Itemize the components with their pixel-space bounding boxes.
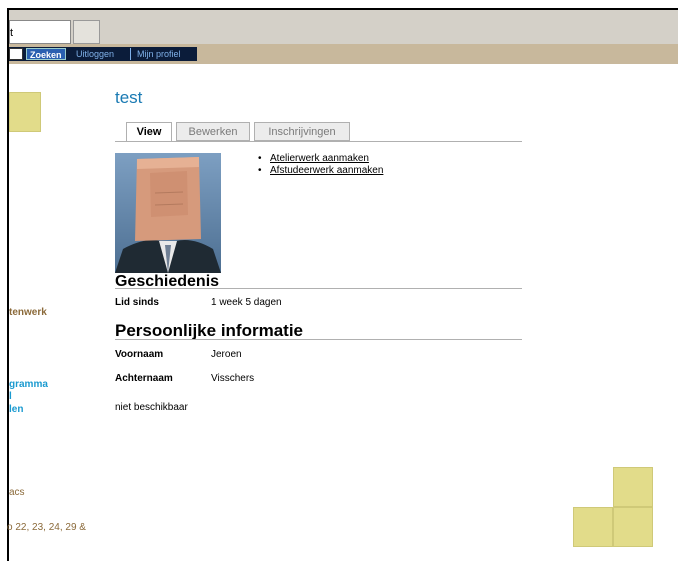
sidebar-item-dates[interactable]: o 22, 23, 24, 29 & — [7, 522, 86, 534]
lastname-value: Visschers — [211, 373, 255, 384]
lastname-label: Achternaam — [115, 373, 173, 384]
member-since-label: Lid sinds — [115, 297, 159, 308]
window-left-border — [7, 8, 9, 561]
search-input[interactable] — [9, 48, 23, 60]
history-divider — [115, 288, 522, 289]
tab-view[interactable]: View — [126, 122, 172, 142]
site-navbar: Zoeken Uitloggen Mijn profiel — [9, 44, 678, 64]
sidebar-item-len[interactable]: len — [9, 404, 23, 416]
sticky-note — [613, 507, 653, 547]
user-avatar — [115, 153, 221, 273]
list-item: Afstudeerwerk aanmaken — [258, 165, 383, 177]
action-list: Atelierwerk aanmaken Afstudeerwerk aanma… — [258, 153, 383, 177]
browser-toolbar: t — [9, 8, 678, 45]
window-top-edge — [0, 0, 678, 8]
sticky-note — [573, 507, 613, 547]
sidebar-item-acs[interactable]: acs — [9, 487, 25, 499]
firstname-value: Jeroen — [211, 349, 242, 360]
address-bar[interactable]: t — [9, 20, 71, 44]
personal-info-divider — [115, 339, 522, 340]
search-button[interactable]: Zoeken — [26, 48, 66, 60]
create-graduation-work-link[interactable]: Afstudeerwerk aanmaken — [270, 165, 383, 176]
create-studio-work-link[interactable]: Atelierwerk aanmaken — [270, 153, 369, 164]
unavailable-text: niet beschikbaar — [115, 402, 188, 413]
logout-link[interactable]: Uitloggen — [76, 48, 114, 60]
user-bar: Zoeken Uitloggen Mijn profiel — [9, 47, 197, 61]
sidebar-item-programma[interactable]: gramma — [9, 379, 48, 391]
firstname-label: Voornaam — [115, 349, 164, 360]
tab-inschrijvingen[interactable]: Inschrijvingen — [254, 122, 350, 141]
tab-bewerken[interactable]: Bewerken — [176, 122, 250, 141]
toolbar-button[interactable] — [73, 20, 100, 44]
sidebar-item-l[interactable]: l — [9, 391, 12, 403]
page-title: test — [115, 88, 143, 107]
bag-head-portrait-icon — [115, 153, 221, 273]
tabs-baseline — [115, 141, 522, 142]
sidebar-item-werk[interactable]: tenwerk — [9, 307, 47, 319]
sticky-note — [9, 92, 41, 132]
personal-info-heading: Persoonlijke informatie — [115, 321, 303, 340]
list-item: Atelierwerk aanmaken — [258, 153, 383, 165]
sticky-note — [613, 467, 653, 507]
profile-link[interactable]: Mijn profiel — [137, 48, 181, 60]
window-left-margin — [0, 8, 7, 561]
member-since-value: 1 week 5 dagen — [211, 297, 282, 308]
nav-separator — [130, 48, 131, 60]
